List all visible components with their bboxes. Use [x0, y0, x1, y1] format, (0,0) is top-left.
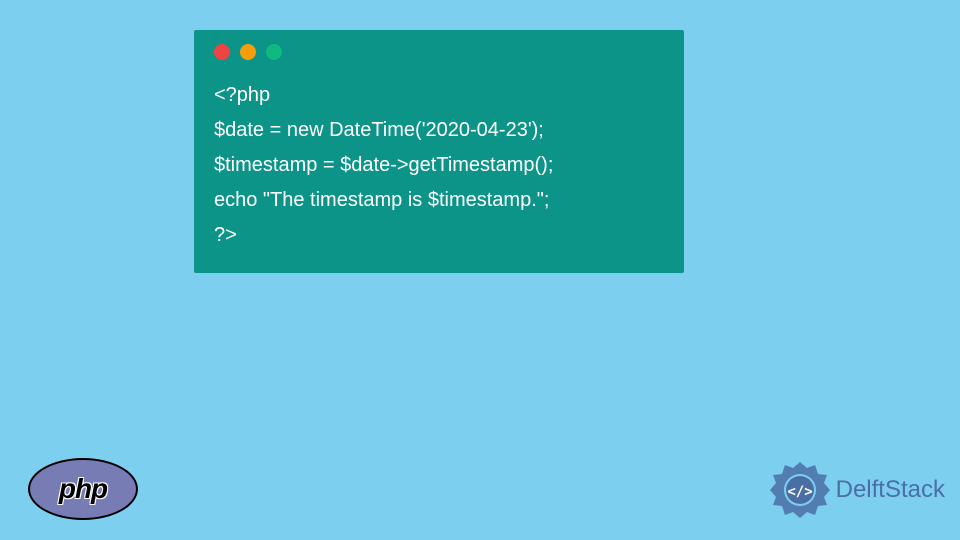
- code-line-4: echo "The timestamp is $timestamp.";: [214, 183, 664, 218]
- code-line-3: $timestamp = $date->getTimestamp();: [214, 148, 664, 183]
- code-window: <?php $date = new DateTime('2020-04-23')…: [194, 30, 684, 273]
- code-line-5: ?>: [214, 218, 664, 253]
- minimize-icon: [240, 44, 256, 60]
- php-logo: php: [28, 458, 138, 520]
- code-content: <?php $date = new DateTime('2020-04-23')…: [214, 78, 664, 253]
- maximize-icon: [266, 44, 282, 60]
- php-logo-text: php: [59, 473, 107, 505]
- delftstack-text: DelftStack: [836, 476, 945, 504]
- window-controls: [214, 44, 664, 60]
- code-line-1: <?php: [214, 78, 664, 113]
- close-icon: [214, 44, 230, 60]
- php-logo-ellipse: php: [28, 458, 138, 520]
- delftstack-logo: </> DelftStack: [770, 460, 945, 520]
- delftstack-icon: </>: [770, 460, 830, 520]
- svg-text:</>: </>: [787, 484, 812, 500]
- code-line-2: $date = new DateTime('2020-04-23');: [214, 113, 664, 148]
